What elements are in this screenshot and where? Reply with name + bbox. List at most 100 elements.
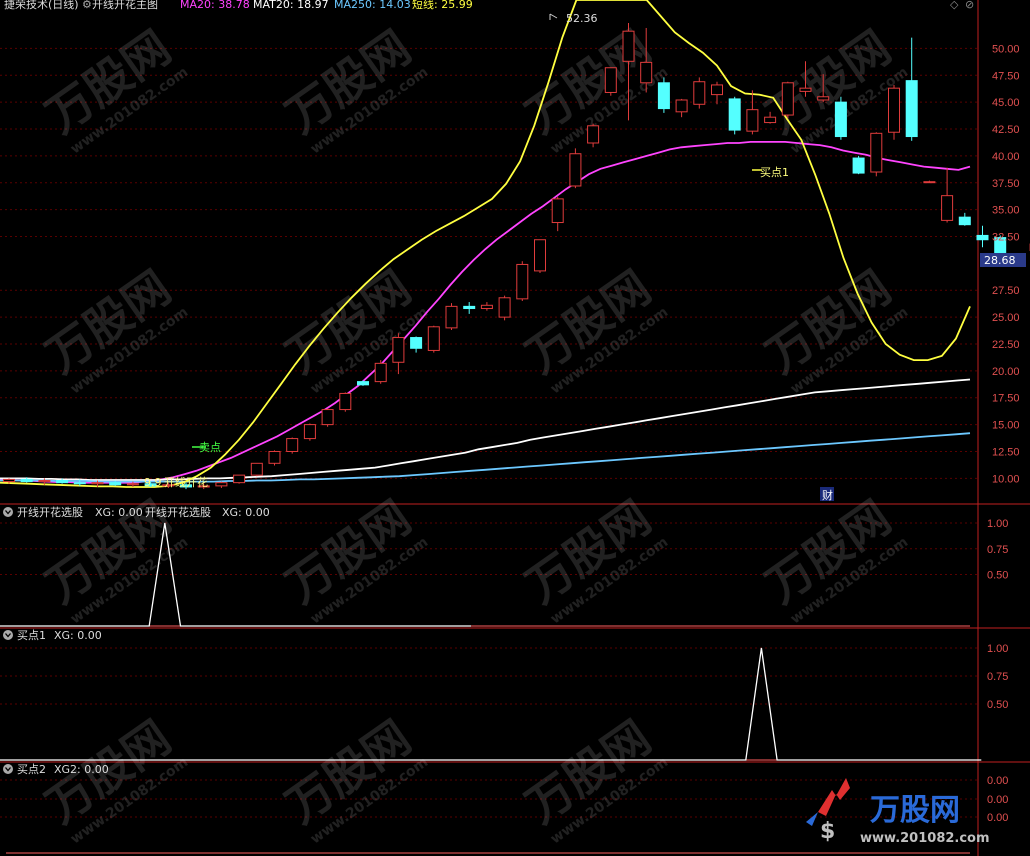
current-price-tag: 28.68 — [980, 253, 1026, 267]
candle[interactable] — [941, 195, 954, 221]
watermark: 万股网www.201082.com — [36, 20, 191, 157]
candle[interactable] — [445, 305, 458, 329]
stock-title[interactable]: 捷荣技术(日线) — [4, 0, 79, 11]
candle[interactable] — [888, 87, 900, 133]
candle[interactable] — [640, 61, 653, 84]
candle[interactable] — [711, 84, 723, 96]
candle[interactable] — [852, 157, 865, 174]
candle[interactable] — [427, 326, 440, 351]
y-tick-label: 10.00 — [992, 473, 1020, 485]
candle[interactable] — [233, 474, 246, 484]
candle[interactable] — [746, 109, 759, 132]
ma20-value: MA20: 38.78 — [180, 0, 250, 11]
candle[interactable] — [126, 483, 139, 486]
watermark: 万股网www.201082.com — [276, 20, 431, 157]
panel1-xg-b: XG: 0.00 — [222, 506, 270, 519]
candle[interactable] — [3, 478, 15, 483]
candle[interactable] — [109, 482, 122, 486]
candle[interactable] — [834, 101, 847, 138]
panel1-xg-a: XG: 0.00 — [95, 506, 143, 519]
high-price-label: 52.36 — [566, 12, 598, 25]
watermark: 万股网www.201082.com — [516, 490, 671, 627]
y-tick-label: 0.00 — [987, 812, 1008, 824]
candle[interactable] — [268, 450, 281, 464]
candle[interactable] — [321, 409, 334, 426]
watermark: 万股网www.201082.com — [276, 710, 431, 847]
y-tick-label: 0.00 — [987, 794, 1008, 806]
candle[interactable] — [38, 480, 51, 483]
candle[interactable] — [817, 96, 830, 101]
y-tick-label: 50.00 — [992, 43, 1020, 55]
y-tick-label: 35.00 — [992, 205, 1020, 217]
candle[interactable] — [587, 125, 600, 144]
candle[interactable] — [976, 234, 989, 241]
candle[interactable] — [286, 438, 299, 452]
candle[interactable] — [728, 98, 741, 131]
candle[interactable] — [498, 297, 511, 318]
y-tick-label: 27.50 — [992, 285, 1020, 297]
y-tick-label: 0.75 — [987, 544, 1008, 556]
sell-point-label: 卖点 — [199, 441, 221, 454]
candle[interactable] — [764, 116, 777, 124]
line-ma250 — [0, 432, 971, 483]
line-mat20 — [0, 378, 971, 481]
candle[interactable] — [480, 304, 493, 310]
candle[interactable] — [534, 239, 546, 272]
annotation-buy1: 买点1 — [752, 166, 789, 179]
candle[interactable] — [56, 480, 69, 484]
y-tick-label: 25.00 — [992, 312, 1020, 324]
candle[interactable] — [781, 82, 794, 116]
brand-logo: $ 万股网 www.201082.com — [806, 778, 990, 846]
y-tick-label: 17.50 — [992, 393, 1020, 405]
settings-diamond-icon[interactable]: ◇ — [950, 0, 959, 11]
candle[interactable] — [339, 392, 352, 411]
y-tick-label: 45.00 — [992, 97, 1020, 109]
template-name[interactable]: 开线开花主图 — [92, 0, 158, 11]
panel1-header: 开线开花选股 XG: 0.00 开线开花选股 XG: 0.00 — [3, 505, 270, 519]
candle[interactable] — [374, 362, 387, 383]
panel-collapse-icon[interactable]: ⊘ — [965, 0, 974, 11]
candle[interactable] — [463, 305, 476, 310]
panel1-title: 开线开花选股 — [17, 505, 83, 519]
finance-marker[interactable]: 财 — [822, 488, 833, 502]
annotation-cai: 财 — [820, 487, 834, 502]
candle[interactable] — [870, 132, 883, 173]
watermark: 万股网www.201082.com — [756, 490, 911, 627]
candle[interactable] — [799, 87, 812, 92]
template-gear-icon[interactable]: ⚙ — [82, 0, 92, 11]
watermark: 万股网www.201082.com — [756, 20, 911, 157]
candle[interactable] — [657, 82, 670, 110]
candle[interactable] — [73, 482, 86, 485]
candle[interactable] — [20, 478, 33, 483]
y-tick-label: 0.50 — [987, 570, 1008, 582]
annotation-high: 52.36 — [549, 12, 598, 25]
panel1-menu-icon[interactable] — [3, 507, 13, 517]
buy-point-1-label: 买点1 — [760, 166, 789, 179]
candle[interactable] — [905, 80, 918, 138]
panel2-menu-icon[interactable] — [3, 630, 13, 640]
candle[interactable] — [604, 67, 617, 93]
candle[interactable] — [675, 99, 688, 113]
y-tick-label: 42.50 — [992, 124, 1020, 136]
candle[interactable] — [303, 424, 316, 440]
candle[interactable] — [622, 30, 635, 62]
candle[interactable] — [693, 81, 706, 105]
chart-stage: 万股网www.201082.com 万股网www.201082.com 万股网www… — [0, 0, 1030, 856]
panel3-title: 买点2 — [17, 763, 46, 776]
candle[interactable] — [551, 198, 564, 224]
candle[interactable] — [569, 153, 582, 187]
candle[interactable] — [410, 337, 423, 349]
candle[interactable] — [357, 381, 369, 386]
candle[interactable] — [215, 482, 228, 487]
candle[interactable] — [958, 216, 971, 226]
y-tick-label: 22.50 — [992, 339, 1020, 351]
y-tick-label: 0.00 — [987, 775, 1008, 787]
candle[interactable] — [923, 181, 936, 184]
logo-brand: 万股网 — [870, 793, 960, 828]
candle[interactable] — [250, 462, 263, 476]
candle[interactable] — [392, 337, 405, 363]
y-tick-label: 1.00 — [987, 518, 1008, 530]
candle[interactable] — [516, 263, 529, 300]
panel3-menu-icon[interactable] — [3, 764, 13, 774]
candle[interactable] — [91, 482, 104, 485]
